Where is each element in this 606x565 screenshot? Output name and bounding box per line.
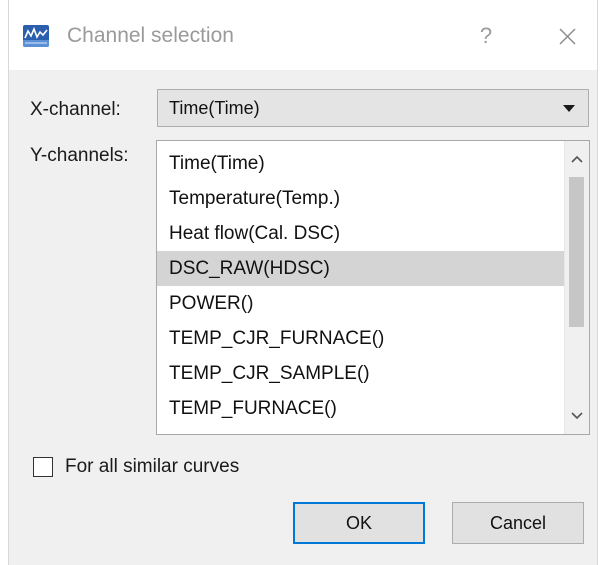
close-icon [559, 28, 576, 45]
list-item[interactable]: TEMP_CJR_FURNACE() [157, 321, 564, 356]
x-channel-value: Time(Time) [169, 98, 260, 118]
help-button[interactable]: ? [461, 18, 511, 54]
vertical-scrollbar[interactable] [564, 141, 589, 434]
chevron-up-icon [571, 155, 583, 163]
list-item[interactable]: Heat flow(Cal. DSC) [157, 216, 564, 251]
close-button[interactable] [544, 18, 590, 54]
list-item[interactable]: TEMP_FURNACE() [157, 391, 564, 426]
channel-selection-dialog: Channel selection ? X-channel: Time(Time… [8, 0, 598, 565]
scroll-down-button[interactable] [565, 404, 589, 428]
all-similar-curves-checkbox[interactable] [33, 457, 53, 477]
chevron-down-icon [571, 412, 583, 420]
cancel-button[interactable]: Cancel [452, 502, 584, 544]
list-item[interactable]: Time(Time) [157, 146, 564, 181]
list-item[interactable]: DSC_RAW(HDSC) [157, 251, 564, 286]
list-item[interactable]: POWER() [157, 286, 564, 321]
x-channel-label: X-channel: [30, 99, 121, 120]
ok-button[interactable]: OK [293, 502, 425, 544]
scroll-up-button[interactable] [565, 147, 589, 171]
dropdown-arrow-icon[interactable] [563, 105, 575, 112]
all-similar-curves-label: For all similar curves [65, 456, 240, 477]
y-channels-label: Y-channels: [30, 145, 129, 166]
title-bar: Channel selection ? [9, 0, 597, 70]
scroll-thumb[interactable] [569, 177, 584, 327]
app-waveform-icon [23, 25, 49, 47]
window-title: Channel selection [67, 24, 234, 47]
y-channels-list[interactable]: Time(Time) Temperature(Temp.) Heat flow(Ca… [156, 140, 590, 435]
list-item[interactable]: Temperature(Temp.) [157, 181, 564, 216]
list-item[interactable]: TEMP_NOM_FURNACE() [157, 426, 564, 434]
y-channels-items: Time(Time) Temperature(Temp.) Heat flow(Ca… [157, 146, 564, 434]
list-item[interactable]: TEMP_CJR_SAMPLE() [157, 356, 564, 391]
x-channel-select[interactable]: Time(Time) [157, 89, 589, 127]
